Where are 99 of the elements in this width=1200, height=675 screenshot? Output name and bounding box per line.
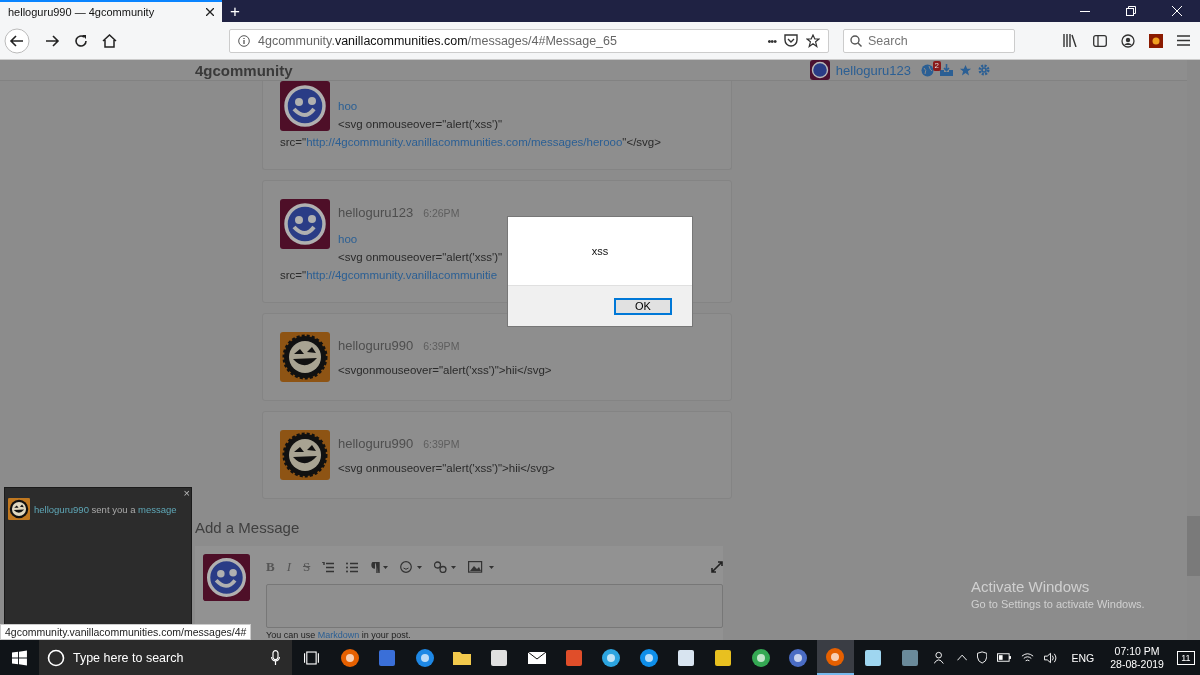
app-icon — [825, 646, 846, 667]
minimize-icon[interactable] — [1080, 10, 1090, 12]
status-url: 4gcommunity.vanillacommunities.com/messages/4# — [0, 624, 252, 640]
bullet-list-icon[interactable] — [346, 561, 359, 573]
message-input[interactable] — [266, 584, 723, 628]
message-link[interactable]: hoo — [338, 233, 358, 245]
author-name[interactable]: helloguru123 — [338, 205, 414, 220]
chevron-up-icon[interactable] — [956, 654, 968, 661]
app-icon — [750, 647, 771, 668]
user-link[interactable]: helloguru990 — [34, 503, 89, 515]
message-text: <svgonmouseover="alert('xss')">hii</svg> — [338, 363, 552, 378]
message-link[interactable]: hoo — [338, 100, 358, 112]
app-icon — [339, 647, 360, 668]
author-name[interactable]: helloguru990 — [338, 436, 414, 451]
address-bar[interactable]: 4gcommunity.vanillacommunities.com/messages/4#Message_65 ••• — [229, 28, 829, 53]
pocket-icon[interactable] — [784, 34, 798, 47]
app-icon — [489, 647, 510, 668]
account-icon[interactable] — [1121, 33, 1135, 48]
sidebar-icon[interactable] — [1093, 34, 1107, 47]
format-button[interactable]: S — [303, 559, 311, 575]
editor-hint: You can use Markdown in your post. — [266, 630, 412, 640]
taskbar-app-button[interactable] — [816, 640, 855, 675]
star-icon[interactable] — [806, 33, 820, 48]
app-icon — [377, 647, 398, 668]
app-icon — [676, 647, 697, 668]
search-field[interactable]: Search — [843, 28, 1015, 53]
forward-icon[interactable] — [44, 32, 60, 49]
restore-icon[interactable] — [1126, 6, 1136, 16]
author-name[interactable]: helloguru990 — [338, 338, 414, 353]
battery-icon[interactable] — [997, 653, 1012, 662]
taskbar-search-field[interactable]: Type here to search — [38, 640, 293, 675]
ok-button[interactable]: OK — [614, 297, 672, 315]
search-icon — [46, 648, 65, 667]
search-icon — [850, 34, 862, 47]
app-icon — [862, 647, 883, 668]
menu-icon[interactable] — [1177, 35, 1190, 46]
activation-title: Activate Windows — [971, 578, 1091, 595]
message-link[interactable]: message — [138, 503, 177, 515]
inbox-icon[interactable] — [940, 64, 953, 76]
new-tab-button[interactable]: + — [222, 0, 248, 22]
info-icon[interactable] — [238, 34, 250, 47]
extension-icon[interactable] — [1149, 33, 1163, 48]
app-icon — [900, 647, 921, 668]
task-view-icon[interactable] — [304, 650, 320, 665]
app-icon — [713, 647, 734, 668]
notification-center-button[interactable]: 11 — [1171, 640, 1200, 675]
numbered-list-icon[interactable] — [322, 561, 335, 573]
home-icon[interactable] — [102, 33, 117, 48]
page-actions-button[interactable]: ••• — [767, 34, 776, 47]
close-button[interactable]: × — [183, 488, 190, 499]
alert-message: xss — [590, 244, 610, 259]
avatar-icon — [280, 430, 330, 480]
wifi-icon[interactable] — [1021, 652, 1035, 663]
message-text: <svg onmouseover="alert('xss')" — [338, 250, 503, 265]
notification-badge: 2 — [932, 60, 941, 71]
avatar-icon — [280, 332, 330, 382]
username-link[interactable]: helloguru123 — [835, 62, 911, 78]
emoji-icon[interactable] — [400, 561, 423, 573]
message-text: <svg onmouseover="alert('xss')" — [338, 117, 503, 132]
message-text: src="http://4gcommunity.vanillacommunitie — [280, 268, 499, 283]
expand-icon[interactable] — [711, 561, 723, 573]
app-icon — [601, 647, 622, 668]
clock[interactable]: 07:10 PM 28-08-2019 — [1110, 644, 1164, 671]
star-icon[interactable] — [959, 63, 972, 77]
windows-start-icon[interactable] — [12, 649, 27, 666]
url-link[interactable]: http://4gcommunity.vanillacommunitie — [306, 269, 498, 281]
format-button[interactable]: I — [286, 559, 291, 575]
link-icon[interactable] — [434, 561, 457, 573]
browser-tab[interactable]: helloguru990 — 4gcommunity — [0, 0, 222, 22]
avatar-icon — [203, 554, 250, 601]
markdown-link[interactable]: Markdown — [317, 630, 360, 640]
url-link[interactable]: http://4gcommunity.vanillacommunities.com/messages/herooo — [306, 136, 623, 148]
avatar-icon — [280, 81, 330, 131]
speaker-icon[interactable] — [1044, 651, 1059, 664]
section-heading: Add a Message — [195, 519, 301, 536]
avatar-icon[interactable] — [809, 60, 830, 80]
library-icon[interactable] — [1063, 34, 1079, 47]
back-icon[interactable] — [4, 27, 30, 54]
globe-icon[interactable] — [921, 63, 934, 77]
language-indicator[interactable]: ENG — [1071, 651, 1095, 664]
app-icon — [788, 647, 809, 668]
shield-icon[interactable] — [977, 651, 988, 664]
format-button[interactable]: B — [266, 559, 275, 575]
app-icon — [638, 647, 659, 668]
app-icon — [414, 647, 435, 668]
close-icon[interactable] — [206, 8, 214, 16]
message-text: <svg onmouseover="alert('xss')">hii</svg> — [338, 461, 555, 476]
reload-icon[interactable] — [74, 33, 88, 48]
image-icon[interactable] — [468, 561, 495, 573]
app-icon — [564, 647, 584, 668]
activation-subtitle: Go to Settings to activate Windows. — [971, 598, 1145, 610]
avatar-icon — [8, 498, 30, 520]
avatar-icon — [280, 199, 330, 249]
url-text: 4gcommunity.vanillacommunities.com/messages/4#Message_65 — [258, 33, 618, 48]
message-text: src="http://4gcommunity.vanillacommunities.com/messages/herooo"</svg> — [280, 135, 662, 150]
paragraph-icon[interactable] — [370, 561, 389, 573]
site-title[interactable]: 4gcommunity — [195, 61, 293, 79]
microphone-icon[interactable] — [271, 650, 281, 665]
notification-text: helloguru990 sent you a message — [34, 503, 177, 515]
